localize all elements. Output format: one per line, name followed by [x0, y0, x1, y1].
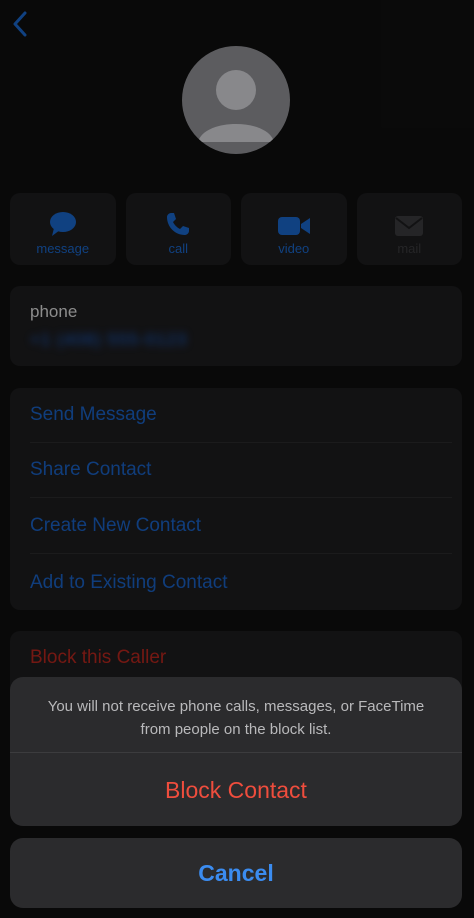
- block-contact-button[interactable]: Block Contact: [10, 754, 462, 826]
- block-action-sheet: You will not receive phone calls, messag…: [10, 677, 462, 826]
- contact-info-screen: message call video mail phone +1 (408) 5…: [0, 0, 474, 918]
- cancel-button[interactable]: Cancel: [10, 838, 462, 908]
- action-sheet-message: You will not receive phone calls, messag…: [10, 677, 462, 753]
